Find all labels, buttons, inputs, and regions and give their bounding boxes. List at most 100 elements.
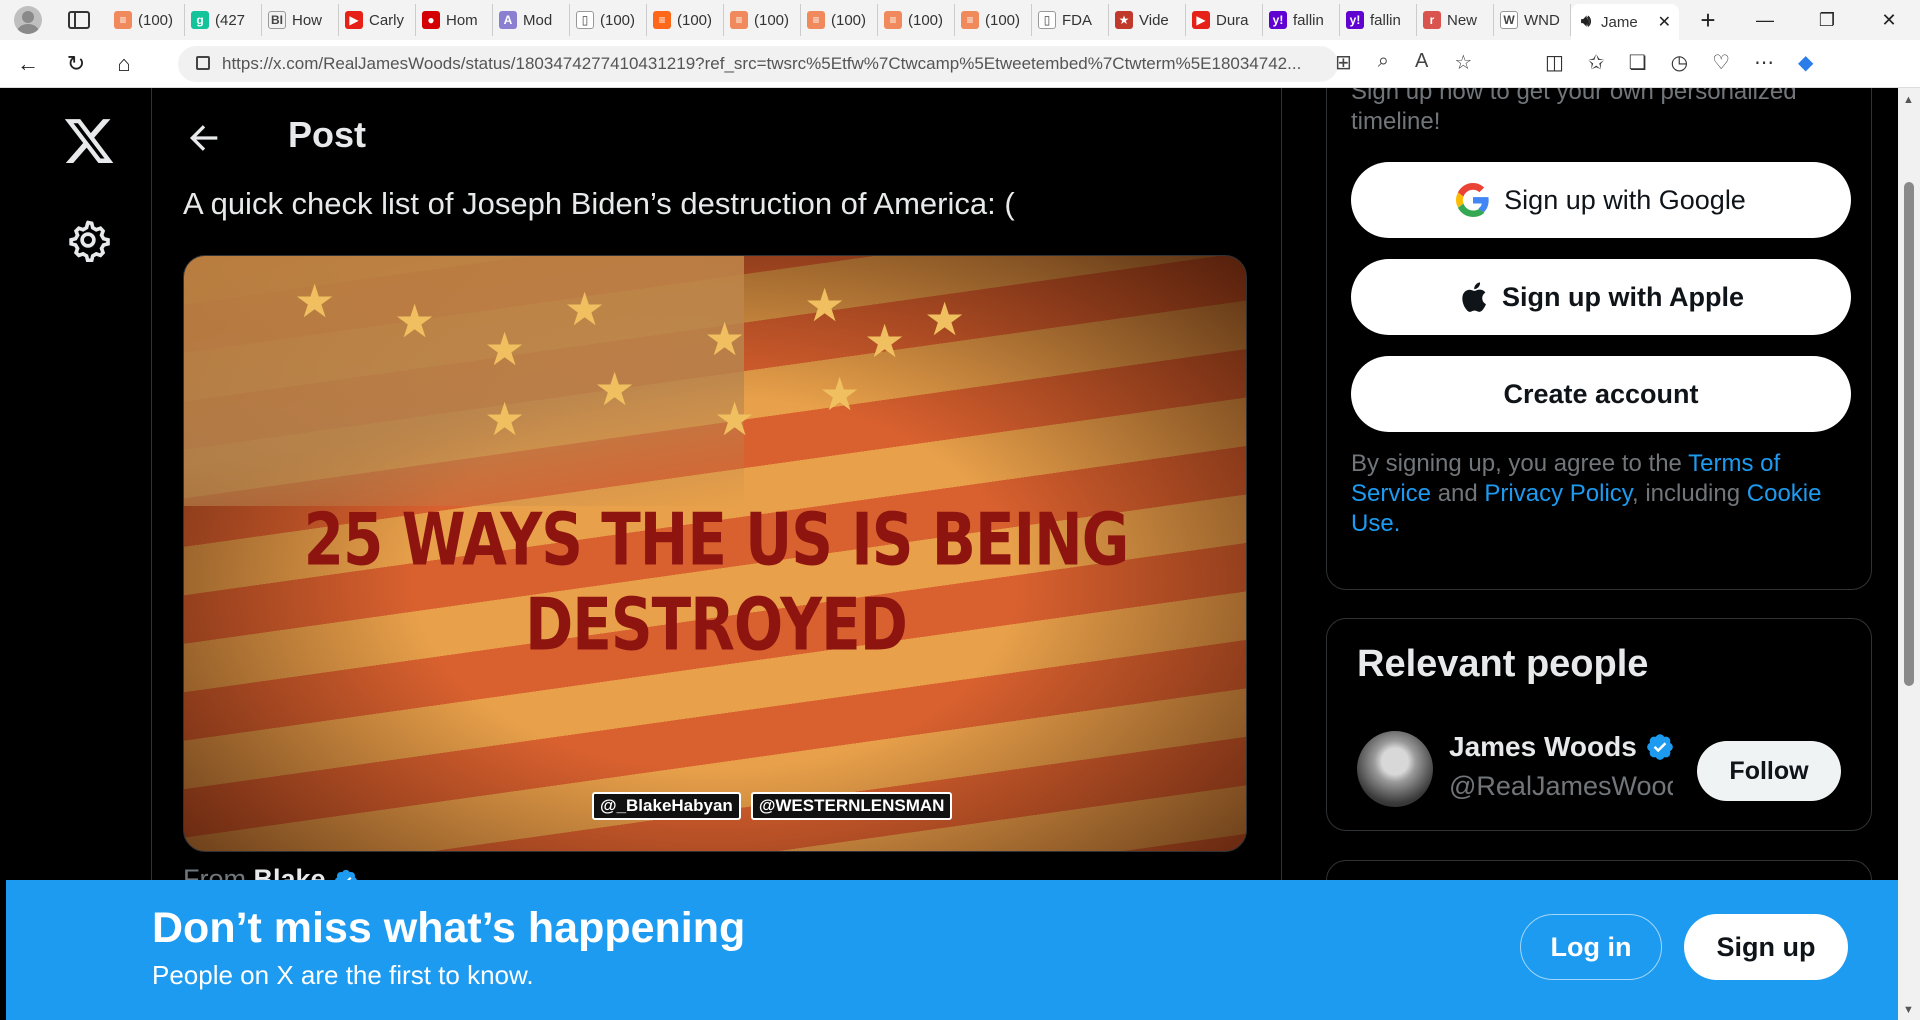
substack-icon: ≡	[114, 11, 132, 29]
browser-tab[interactable]: ▯ (100)	[570, 4, 647, 36]
profile-icon[interactable]	[14, 6, 42, 34]
history-icon[interactable]: ◷	[1671, 50, 1688, 75]
tab-actions-icon[interactable]	[68, 11, 90, 29]
browser-tab[interactable]: ≡ (100)	[108, 4, 185, 36]
create-account-button[interactable]: Create account	[1351, 356, 1851, 432]
tab-active[interactable]: 🔊︎ Jame ✕	[1571, 4, 1679, 40]
google-signup-button[interactable]: Sign up with Google	[1351, 162, 1851, 238]
scroll-down-icon[interactable]: ▼	[1903, 1004, 1914, 1016]
tab-label: (100)	[600, 11, 636, 29]
tab-list: ≡ (100) g (427 BI How ▶ Carly ● Hom A Mod ▯ (100) ≡ (10…	[108, 0, 1571, 40]
apple-signup-button[interactable]: Sign up with Apple	[1351, 259, 1851, 335]
star-icon: ★	[819, 368, 861, 420]
close-window-button[interactable]: ✕	[1858, 0, 1920, 40]
split-screen-icon[interactable]: ◫	[1545, 50, 1564, 75]
star-icon: ★	[294, 275, 336, 327]
tab-label: Dura	[1216, 11, 1249, 29]
star-icon: ★	[704, 313, 746, 365]
tab-label: FDA	[1062, 11, 1092, 29]
apple-signup-label: Sign up with Apple	[1502, 281, 1744, 312]
wnd-icon: W	[1500, 11, 1518, 29]
new-tab-button[interactable]: +	[1693, 5, 1723, 36]
browser-tab[interactable]: y! fallin	[1340, 4, 1417, 36]
window-controls: — ❐ ✕	[1734, 0, 1920, 40]
tab-label: (100)	[908, 11, 944, 29]
performance-icon[interactable]: ♡	[1712, 50, 1730, 75]
credit-left: @_BlakeHabyan	[592, 792, 741, 820]
tab-label: (100)	[138, 11, 174, 29]
back-button[interactable]: ←	[8, 51, 48, 77]
flag-canton	[184, 256, 744, 506]
tab-label: Mod	[523, 11, 553, 29]
audio-icon[interactable]: 🔊︎	[1577, 13, 1595, 31]
google-icon	[1456, 183, 1489, 217]
scrollbar[interactable]: ▲ ▼	[1898, 88, 1920, 1020]
person-handle[interactable]: @RealJamesWoods	[1449, 771, 1673, 802]
browser-tab[interactable]: ≡ (100)	[878, 4, 955, 36]
video-credit: @_BlakeHabyan @WESTERNLENSMAN	[592, 792, 953, 820]
follow-button[interactable]: Follow	[1697, 741, 1841, 801]
browser-tab[interactable]: W WND	[1494, 4, 1571, 36]
tweet-video[interactable]: ★ ★ ★ ★ ★ ★ ★ ★ ★ ★ ★ ★ 25 WAYS THE US I…	[183, 255, 1247, 852]
star-icon: ★	[1115, 11, 1133, 29]
substack-icon: ≡	[961, 11, 979, 29]
tab-label: (100)	[677, 11, 713, 29]
grammarly-icon: g	[191, 11, 209, 29]
star-icon: ★	[484, 393, 526, 445]
login-button[interactable]: Log in	[1520, 914, 1662, 980]
copilot-icon[interactable]: ◆	[1798, 50, 1813, 75]
terms-text: By signing up, you agree to the Terms of…	[1351, 449, 1856, 539]
create-account-label: Create account	[1503, 378, 1699, 409]
tab-label: (427	[215, 11, 246, 29]
youtube-icon: ▶	[1192, 11, 1210, 29]
browser-tab[interactable]: ≡ (100)	[647, 4, 724, 36]
substack-icon: ≡	[653, 11, 671, 29]
restore-button[interactable]: ❐	[1796, 0, 1858, 40]
scroll-up-icon[interactable]: ▲	[1903, 94, 1914, 106]
privacy-policy-link[interactable]: Privacy Policy	[1484, 480, 1632, 507]
x-logo-icon[interactable]	[62, 114, 116, 168]
gear-icon[interactable]	[66, 218, 110, 262]
more-icon[interactable]: ⋯	[1754, 50, 1774, 75]
avatar[interactable]	[1357, 731, 1433, 807]
back-arrow-icon[interactable]	[184, 118, 224, 158]
browser-tab[interactable]: ● Hom	[416, 4, 493, 36]
favorites-icon[interactable]: ✩	[1588, 50, 1605, 75]
browser-tab[interactable]: r New	[1417, 4, 1494, 36]
news-icon: r	[1423, 11, 1441, 29]
browser-tab[interactable]: ≡ (100)	[724, 4, 801, 36]
browser-tab[interactable]: ▶ Carly	[339, 4, 416, 36]
close-tab-icon[interactable]: ✕	[1658, 12, 1671, 32]
browser-tab[interactable]: y! fallin	[1263, 4, 1340, 36]
browser-tab[interactable]: ≡ (100)	[955, 4, 1032, 36]
tab-label: fallin	[1293, 11, 1324, 29]
banner-title: Don’t miss what’s happening	[152, 904, 746, 952]
minimize-button[interactable]: —	[1734, 0, 1796, 40]
refresh-button[interactable]: ↻	[56, 51, 96, 77]
browser-tab[interactable]: g (427	[185, 4, 262, 36]
red-logo-icon: ●	[422, 11, 440, 29]
collections-icon[interactable]: ❏	[1629, 50, 1647, 75]
home-button[interactable]: ⌂	[104, 51, 144, 77]
url-field[interactable]: https://x.com/RealJamesWoods/status/1803…	[178, 46, 1338, 82]
signup-button[interactable]: Sign up	[1684, 914, 1848, 980]
zoom-icon[interactable]: ⌕	[1378, 50, 1389, 75]
signup-banner: Don’t miss what’s happening People on X …	[6, 880, 1898, 1020]
lock-icon[interactable]	[196, 56, 210, 70]
tab-label: (100)	[831, 11, 867, 29]
browser-tab[interactable]: ≡ (100)	[801, 4, 878, 36]
tab-label: WND	[1524, 11, 1560, 29]
signup-card: Sign up now to get your own personalized…	[1326, 88, 1872, 590]
read-aloud-icon[interactable]: A	[1415, 50, 1428, 75]
browser-tab[interactable]: BI How	[262, 4, 339, 36]
browser-tab[interactable]: ▶ Dura	[1186, 4, 1263, 36]
browser-tab[interactable]: ▯ FDA	[1032, 4, 1109, 36]
apps-icon[interactable]: ⊞	[1335, 50, 1352, 75]
favorite-star-icon[interactable]: ☆	[1454, 50, 1472, 75]
bi-icon: BI	[268, 11, 286, 29]
browser-tab[interactable]: A Mod	[493, 4, 570, 36]
scroll-thumb[interactable]	[1904, 182, 1914, 686]
browser-tab[interactable]: ★ Vide	[1109, 4, 1186, 36]
tab-label: fallin	[1370, 11, 1401, 29]
person-name[interactable]: James Woods	[1449, 731, 1675, 763]
